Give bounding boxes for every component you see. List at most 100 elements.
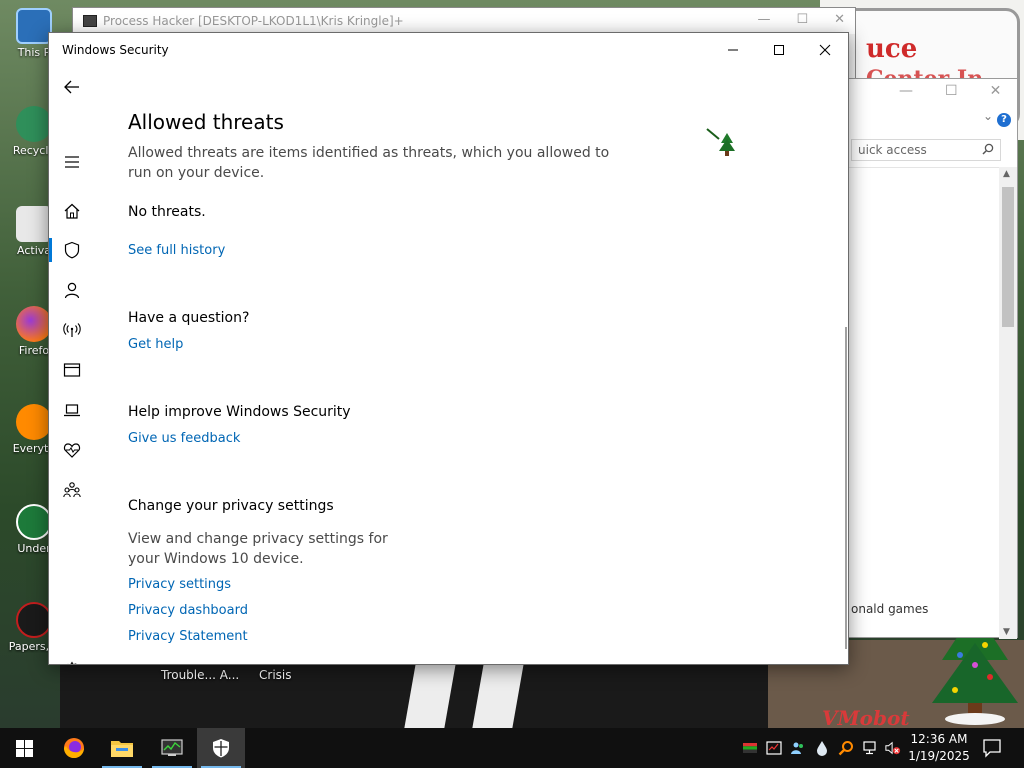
- start-button[interactable]: [0, 728, 48, 768]
- tray-droplet-icon[interactable]: [814, 739, 830, 757]
- process-hacker-icon: [161, 739, 183, 756]
- taskbar-file-explorer[interactable]: [98, 728, 146, 768]
- nav-item-home[interactable]: [49, 193, 95, 229]
- active-indicator: [49, 238, 52, 262]
- nav-item-device-security[interactable]: [49, 392, 95, 428]
- firefox-icon: [16, 306, 52, 342]
- minimize-icon[interactable]: —: [757, 12, 770, 27]
- windows-logo-icon: [15, 739, 33, 757]
- tray-network-icon[interactable]: [862, 739, 878, 757]
- app-browser-icon: [63, 363, 81, 377]
- windows-security-icon: [213, 739, 229, 758]
- maximize-button[interactable]: [756, 33, 802, 67]
- privacy-statement-link[interactable]: Privacy Statement: [128, 629, 248, 644]
- windows-security-titlebar[interactable]: Windows Security: [49, 33, 848, 67]
- tray-people-icon[interactable]: [790, 739, 806, 757]
- taskbar-firefox[interactable]: [50, 728, 98, 768]
- navigation-sidebar: [49, 67, 95, 664]
- tray-process-hacker-icon[interactable]: [766, 739, 782, 757]
- menu-button[interactable]: [49, 144, 95, 180]
- close-icon[interactable]: ✕: [834, 12, 845, 27]
- search-placeholder: uick access: [858, 143, 927, 157]
- background-sign-text: uce: [866, 34, 918, 64]
- clock-time: 12:36 AM: [910, 732, 968, 746]
- desktop-icon-caption[interactable]: Crisis: [259, 668, 291, 682]
- nav-item-virus-protection[interactable]: [49, 232, 95, 268]
- search-icon: [982, 143, 994, 155]
- process-hacker-controls: — ☐ ✕: [757, 12, 845, 27]
- list-item[interactable]: onald games: [851, 602, 928, 616]
- scroll-up-icon[interactable]: ▲: [1003, 169, 1010, 179]
- back-button[interactable]: [49, 69, 95, 105]
- windows-security-window[interactable]: Windows Security Allowed threats Allowed…: [48, 32, 849, 665]
- taskbar-process-hacker[interactable]: [148, 728, 196, 768]
- family-icon: [63, 482, 81, 498]
- laptop-icon: [64, 404, 80, 417]
- get-help-link[interactable]: Get help: [128, 337, 183, 352]
- process-hacker-titlebar[interactable]: Process Hacker [DESKTOP-LKOD1L1\Kris Kri…: [73, 8, 855, 34]
- desktop-icon-caption[interactable]: Trouble... A...: [161, 668, 239, 682]
- maximize-icon: [774, 45, 784, 55]
- process-hacker-icon: [83, 15, 97, 27]
- file-explorer-window[interactable]: — ☐ ✕ ⌄ ? uick access ▲ ▼ onald games: [848, 78, 1018, 639]
- page-description: Allowed threats are items identified as …: [128, 145, 610, 181]
- see-full-history-link[interactable]: See full history: [128, 243, 225, 258]
- minimize-icon: [728, 49, 738, 51]
- window-title: Windows Security: [62, 43, 169, 57]
- scroll-down-icon[interactable]: ▼: [1003, 627, 1010, 637]
- close-icon: [819, 44, 831, 56]
- christmas-tree-cursor-icon: [706, 128, 735, 156]
- maximize-icon[interactable]: ☐: [796, 12, 808, 27]
- papers-please-icon: [16, 602, 52, 638]
- file-explorer-controls: — ☐ ✕: [899, 83, 1001, 99]
- notification-icon: [983, 739, 1001, 758]
- question-heading: Have a question?: [128, 310, 250, 326]
- chevron-down-icon[interactable]: ⌄: [983, 109, 993, 123]
- document-icon: [16, 206, 52, 242]
- clock[interactable]: 12:36 AM 1/19/2025: [904, 731, 974, 765]
- clock-date: 1/19/2025: [908, 749, 970, 763]
- nav-item-app-browser-control[interactable]: [49, 352, 95, 388]
- privacy-dashboard-link[interactable]: Privacy dashboard: [128, 603, 248, 618]
- close-icon[interactable]: ✕: [990, 83, 1002, 99]
- scrollbar-thumb[interactable]: [1002, 187, 1014, 327]
- nav-item-firewall-network[interactable]: [49, 312, 95, 348]
- game-character-icon: [16, 504, 52, 540]
- this-pc-icon: [16, 8, 52, 44]
- minimize-icon[interactable]: —: [899, 83, 913, 99]
- nav-item-account-protection[interactable]: [49, 272, 95, 308]
- nav-item-settings[interactable]: [49, 652, 95, 664]
- give-feedback-link[interactable]: Give us feedback: [128, 431, 240, 446]
- tray-search-icon[interactable]: [838, 739, 854, 757]
- action-center-button[interactable]: [982, 738, 1002, 758]
- hamburger-menu-icon: [65, 156, 79, 168]
- privacy-description: View and change privacy settings for you…: [128, 531, 388, 567]
- taskbar: 12:36 AM 1/19/2025: [0, 728, 1024, 768]
- person-icon: [64, 282, 80, 299]
- minimize-button[interactable]: [710, 33, 756, 67]
- heart-pulse-icon: [63, 443, 81, 458]
- firefox-icon: [64, 738, 84, 758]
- help-icon[interactable]: ?: [997, 113, 1011, 127]
- vertical-scrollbar[interactable]: ▲ ▼: [999, 167, 1017, 639]
- page-title: Allowed threats: [128, 110, 284, 134]
- file-explorer-content: [849, 167, 999, 639]
- home-icon: [64, 203, 80, 219]
- process-hacker-title: Process Hacker [DESKTOP-LKOD1L1\Kris Kri…: [103, 14, 404, 28]
- privacy-settings-link[interactable]: Privacy settings: [128, 577, 231, 592]
- gear-icon: [67, 661, 77, 664]
- nav-item-family-options[interactable]: [49, 472, 95, 508]
- background-stamp: VMobot: [822, 706, 910, 728]
- recycle-bin-icon: [16, 106, 52, 142]
- shield-icon: [64, 241, 80, 259]
- tray-volume-muted-icon[interactable]: [885, 739, 901, 757]
- nav-item-device-performance[interactable]: [49, 432, 95, 468]
- no-threats-text: No threats.: [128, 204, 206, 220]
- search-input[interactable]: uick access: [851, 139, 1001, 161]
- vertical-scrollbar[interactable]: [845, 327, 847, 649]
- taskbar-windows-security[interactable]: [197, 728, 245, 768]
- tray-flag-icon[interactable]: [742, 739, 758, 757]
- file-explorer-icon: [111, 741, 133, 757]
- maximize-icon[interactable]: ☐: [945, 83, 958, 99]
- close-button[interactable]: [802, 33, 848, 67]
